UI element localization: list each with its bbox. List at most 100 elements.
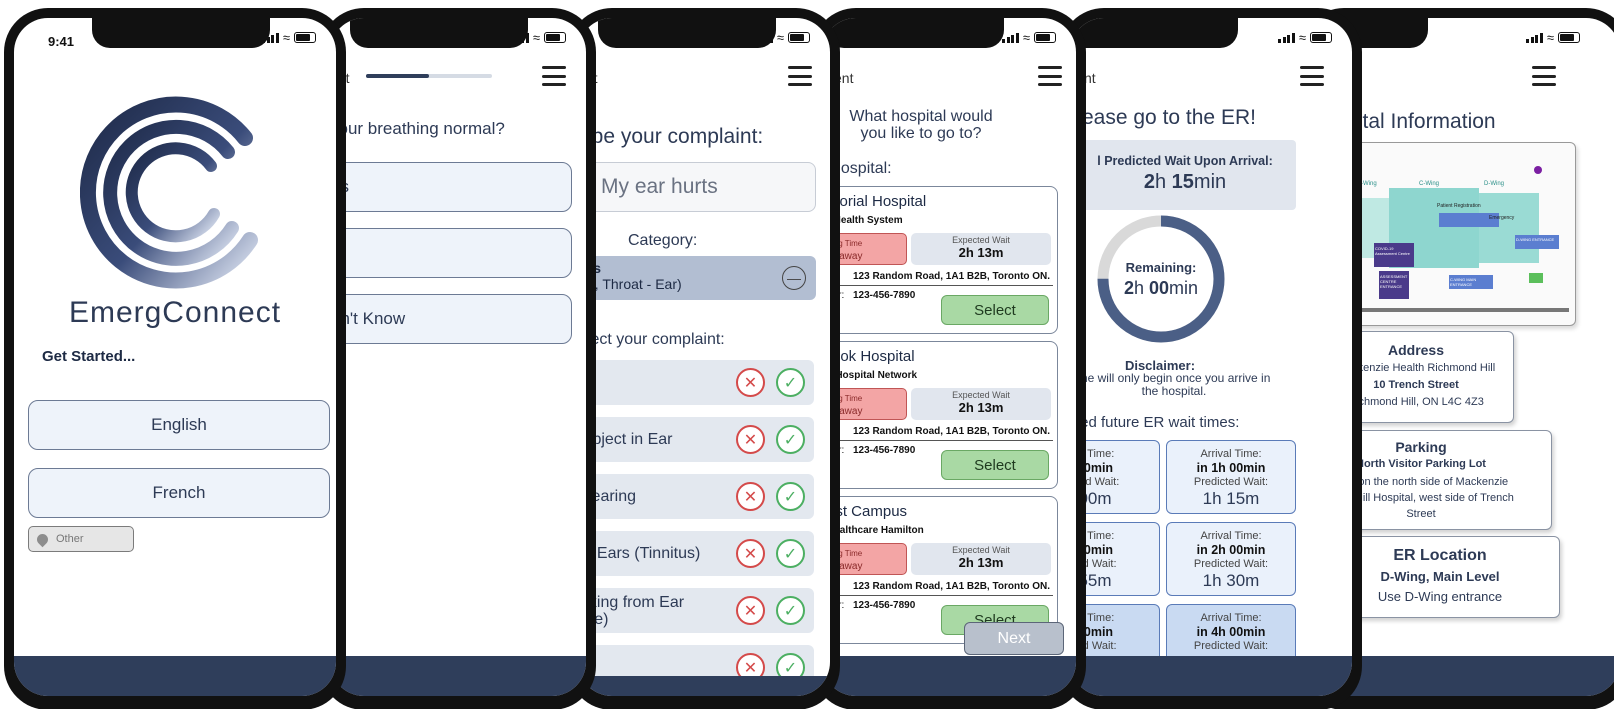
bottom-bar xyxy=(14,656,336,696)
expected-wait-value: 2h 13m xyxy=(958,400,1004,415)
wait-time-tile[interactable]: Arrival Time: in 1h 00min Predicted Wait: 1… xyxy=(1166,440,1296,514)
map-label-covid: COVID-19 Assessment Centre xyxy=(1375,246,1410,256)
expected-wait-hours: 2 xyxy=(958,245,966,260)
hospital-phone: 123-456-7890 xyxy=(853,600,916,611)
complaint-row[interactable]: Hearing ✕ ✓ xyxy=(578,474,814,519)
menu-icon[interactable] xyxy=(1532,66,1556,86)
complaint-input[interactable]: My ear hurts xyxy=(578,162,816,212)
accept-icon[interactable]: ✓ xyxy=(776,425,805,454)
category-selector[interactable]: ars se, Throat - Ear) — xyxy=(578,256,816,300)
reject-icon[interactable]: ✕ xyxy=(736,596,765,625)
next-button[interactable]: Next xyxy=(964,622,1064,655)
hospital-name: morial Hospital xyxy=(827,193,927,210)
remaining-label: Remaining: xyxy=(1125,260,1197,275)
status-icons: ≈ xyxy=(262,31,316,44)
map-label-registration: Patient Registration xyxy=(1437,203,1481,209)
expected-wait-badge: Expected Wait 2h 13m xyxy=(911,543,1051,575)
hospital-name: rook Hospital xyxy=(827,348,915,365)
hospital-address: 123 Random Road, 1A1 B2B, Toronto ON. xyxy=(853,271,1051,282)
wifi-icon: ≈ xyxy=(532,30,540,45)
menu-icon[interactable] xyxy=(542,66,566,86)
predicted-wait-label: l Predicted Wait Upon Arrival: xyxy=(1097,154,1273,168)
progress-bar-fill xyxy=(366,74,429,78)
hospital-network: Healthcare Hamilton xyxy=(827,525,924,536)
screen-get-started: 9:41 ≈ EmergConnect Get Started... Engli… xyxy=(14,18,336,696)
expected-wait-value: 2h 13m xyxy=(958,555,1004,570)
complaint-row[interactable]: in Ears (Tinnitus) ✕ ✓ xyxy=(578,531,814,576)
expected-wait-value: 2h 13m xyxy=(958,245,1004,260)
answer-dont-know-button[interactable]: on't Know xyxy=(330,294,572,344)
bottom-bar xyxy=(822,656,1076,696)
map-label-emergency: Emergency xyxy=(1489,215,1515,221)
menu-icon[interactable] xyxy=(788,66,812,86)
screen-describe-complaint: ≈ ent ribe your complaint: My ear hurts … xyxy=(578,18,830,696)
expected-wait-badge: Expected Wait 2h 13m xyxy=(911,233,1051,265)
menu-icon[interactable] xyxy=(1300,66,1324,86)
complaint-row[interactable]: \✕✓ xyxy=(578,360,814,405)
page-title: ease go to the ER! xyxy=(1082,106,1256,129)
select-hospital-button[interactable]: Select xyxy=(941,450,1049,480)
hospital-question: What hospital would you like to go to? xyxy=(849,108,993,142)
category-sub: se, Throat - Ear) xyxy=(580,276,682,292)
menu-icon[interactable] xyxy=(1038,66,1062,86)
hospital-card[interactable]: rook Hospital k Hospital Network ving Time… xyxy=(822,341,1058,489)
notch xyxy=(350,18,528,48)
french-button[interactable]: French xyxy=(28,468,330,518)
select-label: Select xyxy=(974,301,1016,319)
wifi-icon: ≈ xyxy=(1022,30,1030,45)
divider xyxy=(823,285,1053,286)
wifi-icon: ≈ xyxy=(776,30,784,45)
complaint-row[interactable]: aking from Ear rge)✕✓ xyxy=(578,588,814,633)
phone-get-started: 9:41 ≈ EmergConnect Get Started... Engli… xyxy=(4,8,346,709)
divider xyxy=(823,440,1053,441)
english-button[interactable]: English xyxy=(28,400,330,450)
accept-icon[interactable]: ✓ xyxy=(776,539,805,568)
arrival-time-label: Arrival Time: xyxy=(1200,530,1262,542)
battery-icon xyxy=(1558,32,1580,43)
phone-select-hospital: ≈ ent What hospital would you like to go… xyxy=(812,8,1086,709)
battery-icon xyxy=(294,32,316,43)
wait-time-tile[interactable]: Arrival Time: in 2h 00min Predicted Wait: 1… xyxy=(1166,522,1296,596)
bottom-bar xyxy=(1070,656,1352,696)
notch xyxy=(92,18,270,48)
signal-icon xyxy=(1526,33,1543,43)
status-time: 9:41 xyxy=(48,34,75,49)
progress-bar xyxy=(366,74,492,78)
expected-wait-minutes: 13 xyxy=(977,400,992,415)
accept-icon[interactable]: ✓ xyxy=(776,482,805,511)
phone-describe-complaint: ≈ ent ribe your complaint: My ear hurts … xyxy=(568,8,840,709)
future-wait-label: ted future ER wait times: xyxy=(1076,414,1240,431)
predicted-wait-label: Predicted Wait: xyxy=(1193,558,1269,570)
predicted-wait-box: l Predicted Wait Upon Arrival: 2h 15min xyxy=(1074,140,1296,210)
disclaimer-text: me will only begin once you arrive in th… xyxy=(1078,371,1271,398)
status-icons: ≈ xyxy=(1526,31,1580,44)
reject-icon[interactable]: ✕ xyxy=(736,539,765,568)
hospital-card[interactable]: morial Hospital r Health System ving Time m… xyxy=(822,186,1058,334)
select-hospital-button[interactable]: Select xyxy=(941,295,1049,325)
category-name: ars xyxy=(580,260,816,276)
other-location-button[interactable]: Other xyxy=(28,526,134,552)
reject-icon[interactable]: ✕ xyxy=(736,425,765,454)
predicted-wait-label: Predicted Wait: xyxy=(1193,640,1269,652)
answer-no-button[interactable]: o xyxy=(330,228,572,278)
battery-icon xyxy=(788,32,810,43)
answer-yes-button[interactable]: es xyxy=(330,162,572,212)
accept-icon[interactable]: ✓ xyxy=(776,596,805,625)
reject-icon[interactable]: ✕ xyxy=(736,368,765,397)
hospital-address: 123 Random Road, 1A1 B2B, Toronto ON. xyxy=(853,581,1051,592)
arrival-time-value: in 4h 00min xyxy=(1196,625,1266,639)
question-title: your breathing normal? xyxy=(330,119,505,138)
predicted-wait-value: 1h 30m xyxy=(1202,571,1260,590)
phone-breathing-question: ≈ ent your breathing normal? es o on't K… xyxy=(320,8,596,709)
notch xyxy=(1070,18,1238,48)
complaint-row[interactable]: Object in Ear ✕ ✓ xyxy=(578,417,814,462)
expected-wait-minutes: 13 xyxy=(977,245,992,260)
screen-breathing-question: ≈ ent your breathing normal? es o on't K… xyxy=(330,18,586,696)
arrival-time-value: in 1h 00min xyxy=(1196,461,1266,475)
reject-icon[interactable]: ✕ xyxy=(736,482,765,511)
accept-icon[interactable]: ✓ xyxy=(776,368,805,397)
app-name: EmergConnect xyxy=(68,296,282,329)
hospital-address: 123 Random Road, 1A1 B2B, Toronto ON. xyxy=(853,426,1051,437)
collapse-icon[interactable]: — xyxy=(782,266,806,290)
map-label-assessment-entrance: ASSESSMENT CENTRE ENTRANCE xyxy=(1380,274,1408,289)
